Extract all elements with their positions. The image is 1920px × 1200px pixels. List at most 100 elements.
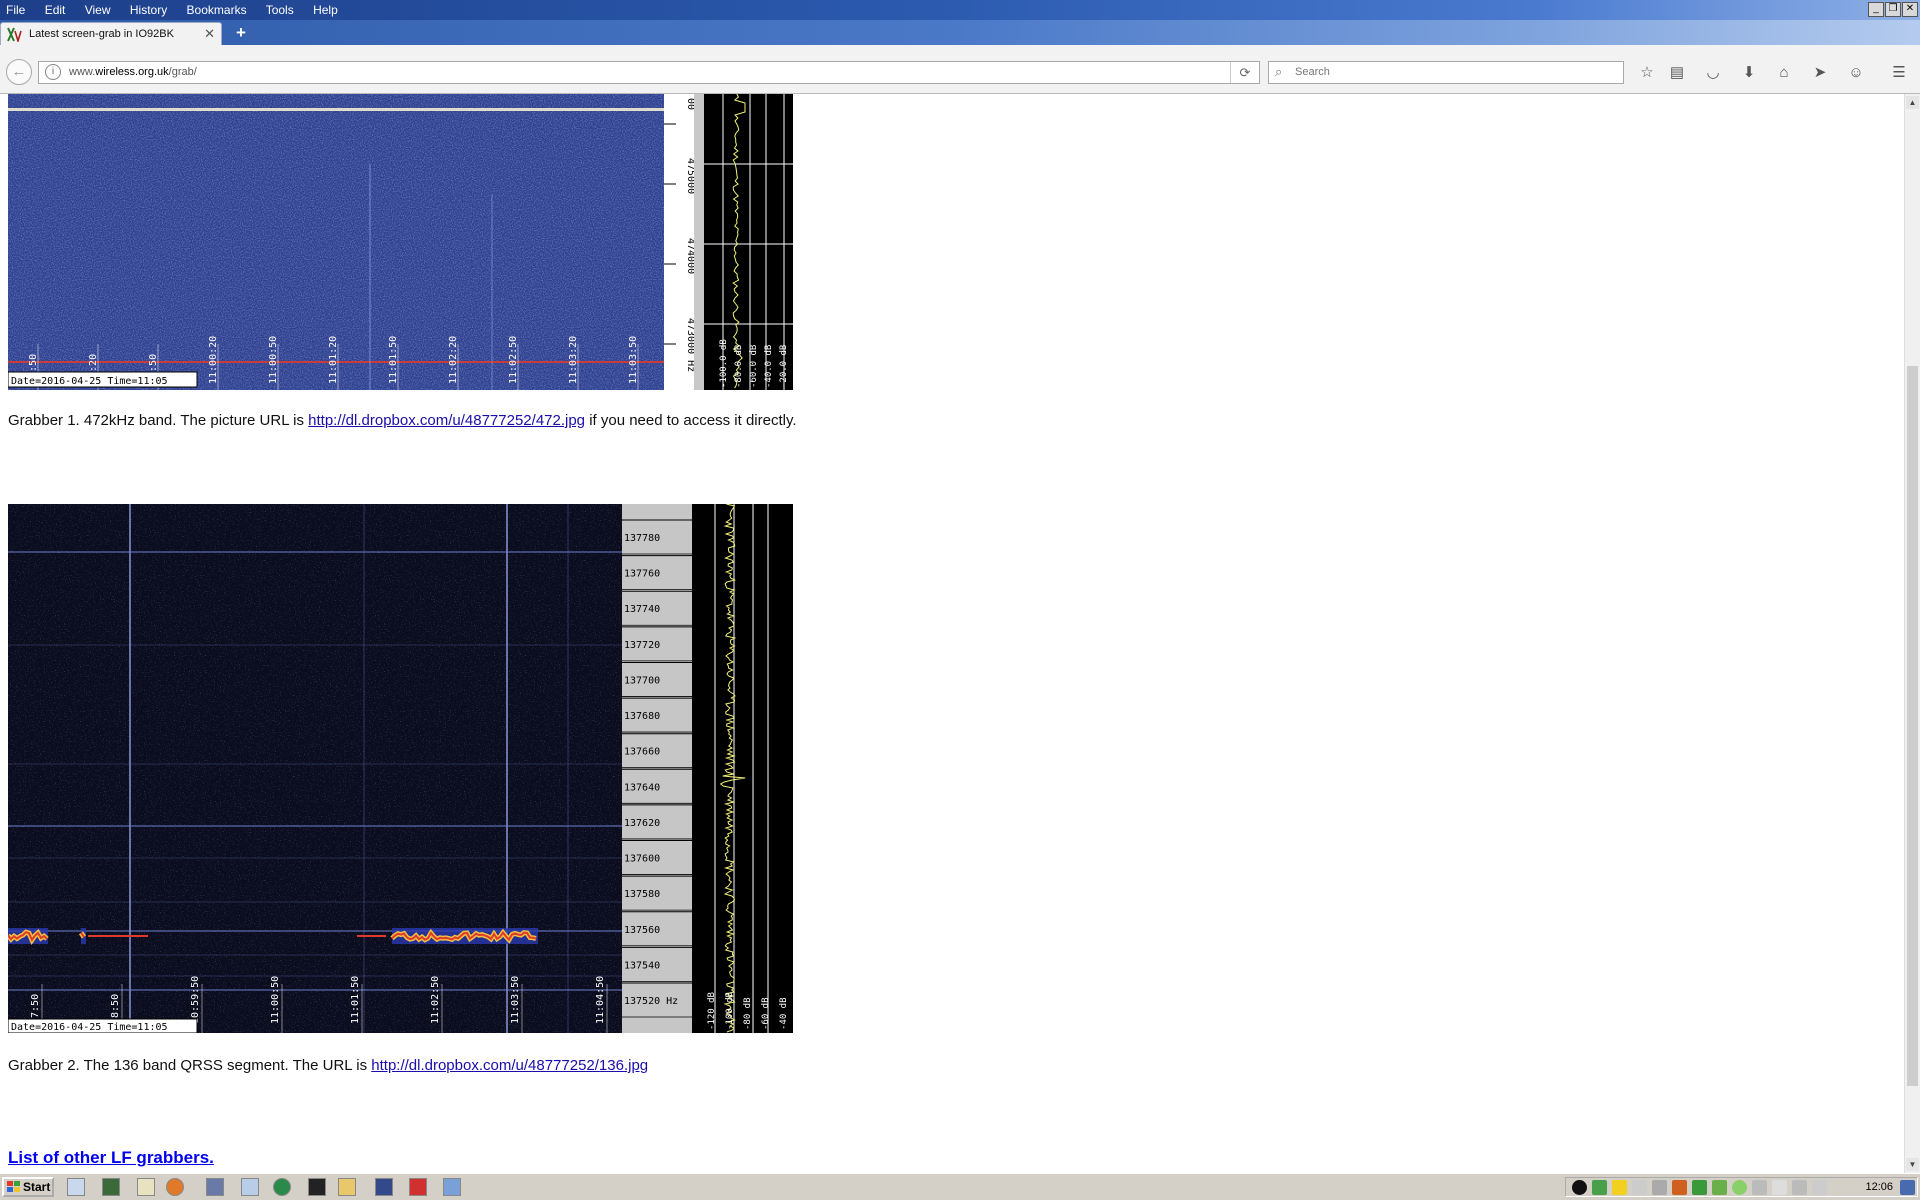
time-tick-label: 11:03:50 bbox=[510, 976, 521, 1024]
waterfall-1-carrier-top bbox=[8, 108, 664, 111]
time-tick-label: 11:03:50 bbox=[628, 336, 639, 384]
taskbar-app-icon[interactable] bbox=[102, 1178, 120, 1196]
search-bar[interactable]: ⌕ bbox=[1268, 61, 1624, 84]
waterfall-2-spectrum-panel bbox=[692, 504, 793, 1033]
scroll-down-arrow-icon[interactable]: ▼ bbox=[1906, 1158, 1919, 1171]
emoji-icon[interactable]: ☺ bbox=[1845, 63, 1867, 83]
menu-edit[interactable]: Edit bbox=[45, 3, 66, 17]
grabber-2-url-link[interactable]: http://dl.dropbox.com/u/48777252/136.jpg bbox=[371, 1057, 648, 1074]
url-text[interactable]: www.wireless.org.uk/grab/ bbox=[69, 66, 197, 78]
level-tick-label: -40 dB bbox=[779, 997, 789, 1030]
tray-icon[interactable] bbox=[1692, 1180, 1707, 1195]
level-tick-label: -100 dB bbox=[725, 992, 735, 1030]
frequency-tick-label: 137720 bbox=[624, 640, 660, 651]
menu-tools[interactable]: Tools bbox=[266, 3, 294, 17]
scroll-up-arrow-icon[interactable]: ▲ bbox=[1906, 96, 1919, 109]
tab-close-icon[interactable]: ✕ bbox=[204, 26, 215, 42]
send-icon[interactable]: ➤ bbox=[1809, 63, 1831, 83]
frequency-tick-label: 137680 bbox=[624, 711, 660, 722]
restore-button[interactable]: ❐ bbox=[1885, 2, 1901, 17]
taskbar-app-icon[interactable] bbox=[206, 1178, 224, 1196]
frequency-tick-label: 137660 bbox=[624, 747, 660, 758]
site-info-icon[interactable]: i bbox=[45, 64, 61, 80]
level-tick-label: -20.0 dB bbox=[779, 345, 789, 388]
tray-icon[interactable] bbox=[1792, 1180, 1807, 1195]
frequency-tick-label: 137520 Hz bbox=[624, 996, 678, 1007]
menu-bookmarks[interactable]: Bookmarks bbox=[187, 3, 247, 17]
flag-icon[interactable] bbox=[1772, 1180, 1787, 1195]
waterfall-1-stamp: Date=2016-04-25 Time=11:05 bbox=[11, 376, 168, 387]
url-path: /grab/ bbox=[168, 66, 197, 78]
tray-icon[interactable] bbox=[1712, 1180, 1727, 1195]
back-button[interactable]: ← bbox=[6, 59, 32, 85]
menu-file[interactable]: File bbox=[6, 3, 25, 17]
tray-icon[interactable] bbox=[1812, 1180, 1827, 1195]
page-scrollbar[interactable]: ▲ ▼ bbox=[1904, 94, 1920, 1173]
taskbar-app-icon[interactable] bbox=[137, 1178, 155, 1196]
frequency-tick-label: 137700 bbox=[624, 675, 660, 686]
tray-icon[interactable] bbox=[1752, 1180, 1767, 1195]
grabber-1-url-link[interactable]: http://dl.dropbox.com/u/48777252/472.jpg bbox=[308, 412, 585, 429]
windows-flag-icon bbox=[7, 1181, 20, 1192]
menu-view[interactable]: View bbox=[85, 3, 111, 17]
url-bar[interactable]: i www.wireless.org.uk/grab/ ⟳ bbox=[38, 61, 1260, 84]
time-tick-label: 11:01:50 bbox=[350, 976, 361, 1024]
pocket-icon[interactable]: ◡ bbox=[1702, 63, 1724, 83]
minimize-button[interactable]: _ bbox=[1868, 2, 1884, 17]
tray-icon[interactable] bbox=[1572, 1180, 1587, 1195]
hamburger-menu-icon[interactable]: ☰ bbox=[1888, 63, 1910, 83]
home-icon[interactable]: ⌂ bbox=[1773, 63, 1795, 83]
menu-history[interactable]: History bbox=[130, 3, 167, 17]
frequency-tick-label: 137600 bbox=[624, 854, 660, 865]
level-tick-label: -80 dB bbox=[743, 997, 753, 1030]
menu-help[interactable]: Help bbox=[313, 3, 338, 17]
scroll-thumb[interactable] bbox=[1907, 366, 1918, 1086]
taskbar-firefox-icon[interactable] bbox=[166, 1178, 184, 1196]
time-tick-label: 11:02:50 bbox=[508, 336, 519, 384]
page-content: 00 475000 474000 473000 Hz 58:50 59:20 59:50 1… bbox=[0, 94, 1904, 1173]
time-tick-label: 11:01:50 bbox=[388, 336, 399, 384]
tray-icon[interactable] bbox=[1732, 1180, 1747, 1195]
taskbar-app-icon[interactable] bbox=[308, 1178, 326, 1196]
reload-icon[interactable]: ⟳ bbox=[1230, 62, 1259, 83]
back-arrow-icon: ← bbox=[11, 63, 27, 80]
time-tick-label: 11:00:50 bbox=[268, 336, 279, 384]
taskbar-globe-icon[interactable] bbox=[273, 1178, 291, 1196]
download-icon[interactable]: ⬇ bbox=[1738, 63, 1760, 83]
close-button[interactable]: ✕ bbox=[1902, 2, 1918, 17]
other-lf-grabbers-link[interactable]: List of other LF grabbers. bbox=[8, 1148, 214, 1168]
new-tab-button[interactable]: + bbox=[236, 23, 246, 43]
time-tick-label: 11:01:20 bbox=[328, 336, 339, 384]
tray-icon[interactable] bbox=[1632, 1180, 1647, 1195]
tray-icon[interactable] bbox=[1612, 1180, 1627, 1195]
volume-icon[interactable] bbox=[1672, 1180, 1687, 1195]
tab-latest-screen-grab[interactable]: Latest screen-grab in IO92BK ✕ bbox=[0, 22, 222, 45]
frequency-tick-label: 137540 bbox=[624, 960, 660, 971]
star-icon[interactable]: ☆ bbox=[1636, 63, 1658, 83]
taskbar-app-icon[interactable] bbox=[443, 1178, 461, 1196]
taskbar-app-icon[interactable] bbox=[375, 1178, 393, 1196]
taskbar-app-icon[interactable] bbox=[241, 1178, 259, 1196]
frequency-tick-label: 137560 bbox=[624, 925, 660, 936]
reading-list-icon[interactable]: ▤ bbox=[1666, 63, 1688, 83]
grabber-1-caption: Grabber 1. 472kHz band. The picture URL … bbox=[8, 412, 797, 429]
clock[interactable]: 12:06 bbox=[1865, 1181, 1893, 1193]
search-icon: ⌕ bbox=[1275, 64, 1283, 79]
taskbar-app-icon[interactable] bbox=[409, 1178, 427, 1196]
frequency-tick-label: 137620 bbox=[624, 818, 660, 829]
tray-icon[interactable] bbox=[1592, 1180, 1607, 1195]
frequency-tick-label: 137640 bbox=[624, 782, 660, 793]
search-input[interactable] bbox=[1293, 65, 1617, 79]
tab-title: Latest screen-grab in IO92BK bbox=[29, 28, 174, 40]
taskbar-folder-icon[interactable] bbox=[338, 1178, 356, 1196]
show-desktop-icon[interactable] bbox=[1900, 1180, 1915, 1195]
time-tick-label: 11:03:20 bbox=[568, 336, 579, 384]
waterfall-2-stamp: Date=2016-04-25 Time=11:05 bbox=[11, 1022, 168, 1033]
taskbar-app-icon[interactable] bbox=[67, 1178, 85, 1196]
frequency-tick-label: 137740 bbox=[624, 604, 660, 615]
tray-icon[interactable] bbox=[1652, 1180, 1667, 1195]
start-button[interactable]: Start bbox=[2, 1177, 54, 1197]
grabber-2-waterfall-image: 137780 137760 137740 137720 137700 137680 1376… bbox=[8, 504, 793, 1033]
grabber-1-caption-text: Grabber 1. 472kHz band. The picture URL … bbox=[8, 412, 309, 429]
level-tick-label: -40.0 dB bbox=[764, 345, 774, 388]
